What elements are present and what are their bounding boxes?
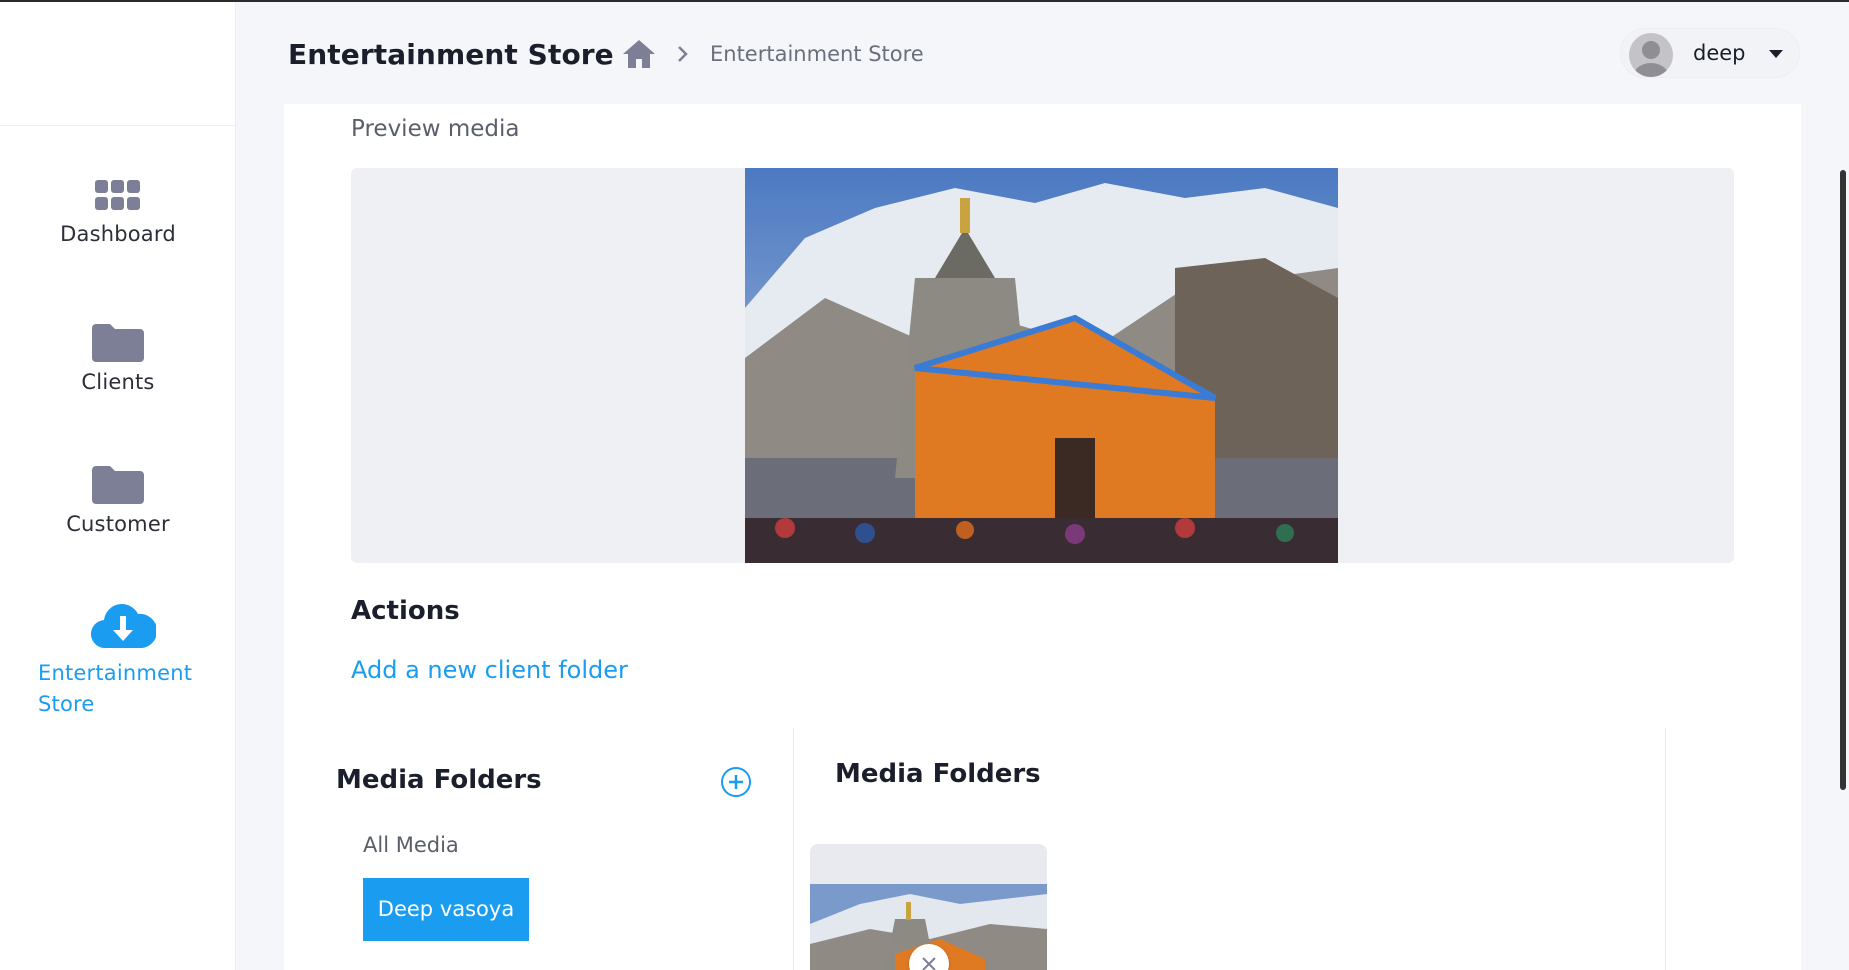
media-folders-panel: Media Folders All Media Deep vasoya [336,727,756,970]
folder-icon [92,466,144,504]
actions-title: Actions [351,596,460,626]
user-menu[interactable]: deep [1620,28,1800,78]
grid-icon [95,180,140,210]
sidebar-item-label: Customer [66,512,170,536]
home-icon[interactable] [621,38,657,70]
media-preview [351,168,1734,563]
sidebar: Dashboard Clients Customer Entertainment… [0,2,236,970]
sidebar-item-label: Entertainment Store [38,661,193,716]
main-content: Preview media Actions Add a new client f… [284,104,1801,970]
media-folders-title: Media Folders [336,765,542,795]
folder-item-selected[interactable]: Deep vasoya [363,878,529,941]
sidebar-item-entertainment-store[interactable]: Entertainment Store [0,602,236,720]
chevron-right-icon [678,46,688,62]
page-title: Entertainment Store [288,38,614,71]
add-client-folder-link[interactable]: Add a new client folder [351,656,628,684]
panel-divider [1665,728,1666,970]
chevron-down-icon [1769,50,1783,58]
preview-image [745,168,1338,563]
scrollbar-thumb[interactable] [1840,170,1846,790]
folder-icon [92,324,144,362]
cloud-download-icon [90,604,156,649]
header: Entertainment Store Entertainment Store … [236,2,1849,104]
add-folder-button[interactable] [720,766,752,798]
close-icon [922,957,936,970]
panel-divider [793,728,794,970]
folder-item-all-media[interactable]: All Media [363,833,459,857]
sidebar-item-customer[interactable]: Customer [0,464,236,536]
remove-media-button[interactable] [909,944,949,970]
sidebar-item-label: Clients [81,370,155,394]
user-name: deep [1693,41,1746,65]
avatar [1629,33,1673,77]
sidebar-item-dashboard[interactable]: Dashboard [0,180,236,246]
user-icon [1633,41,1669,77]
sidebar-item-label: Dashboard [60,222,176,246]
logo-area [0,2,235,126]
media-folders-content-title: Media Folders [835,759,1041,789]
breadcrumb-current: Entertainment Store [710,42,924,66]
media-thumbnail[interactable] [810,844,1047,970]
sidebar-item-clients[interactable]: Clients [0,322,236,394]
preview-label: Preview media [351,116,520,142]
